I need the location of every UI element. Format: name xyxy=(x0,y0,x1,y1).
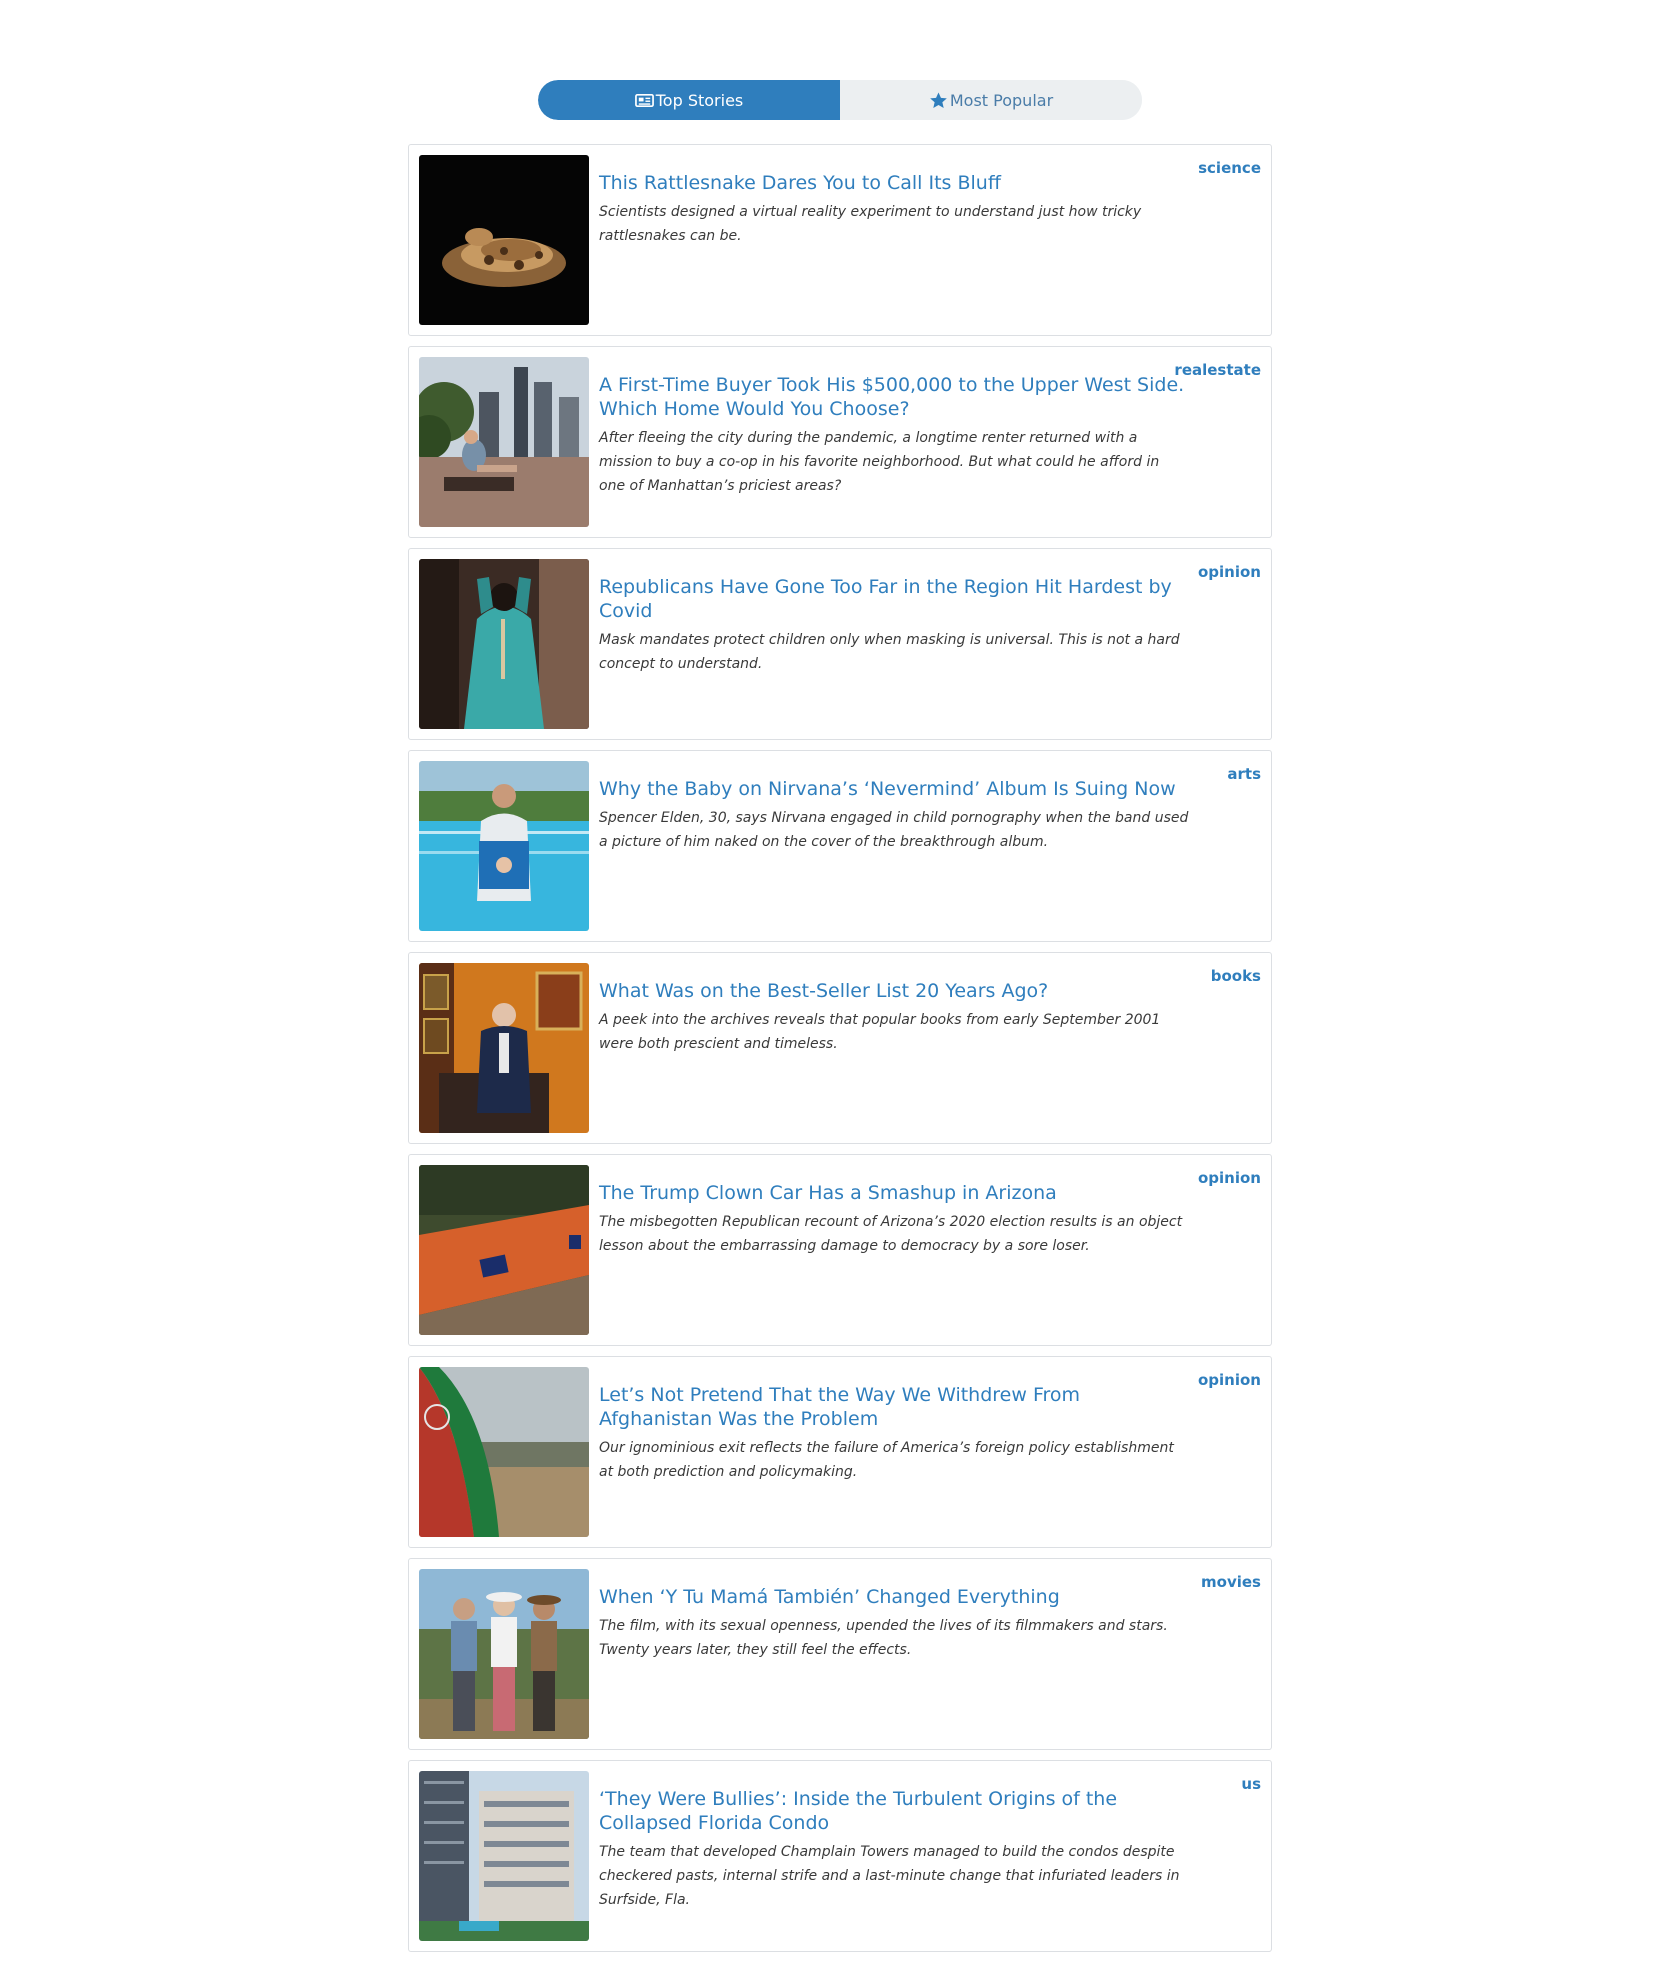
article-section[interactable]: arts xyxy=(1227,765,1261,783)
article-card[interactable]: This Rattlesnake Dares You to Call Its B… xyxy=(408,144,1272,336)
article-title[interactable]: ‘They Were Bullies’: Inside the Turbulen… xyxy=(599,1787,1189,1835)
article-card[interactable]: ‘They Were Bullies’: Inside the Turbulen… xyxy=(408,1760,1272,1952)
article-abstract: Scientists designed a virtual reality ex… xyxy=(599,204,1142,244)
article-abstract: Our ignominious exit reflects the failur… xyxy=(599,1440,1174,1480)
article-section[interactable]: movies xyxy=(1201,1573,1261,1591)
article-abstract: After fleeing the city during the pandem… xyxy=(599,430,1160,494)
article-thumbnail-afghanistan[interactable] xyxy=(419,1367,589,1537)
article-thumbnail-rattlesnake[interactable] xyxy=(419,155,589,325)
article-thumbnail-upper-west-side[interactable] xyxy=(419,357,589,527)
article-abstract: The team that developed Champlain Towers… xyxy=(599,1844,1180,1908)
article-title[interactable]: The Trump Clown Car Has a Smashup in Ari… xyxy=(599,1181,1189,1205)
article-section[interactable]: opinion xyxy=(1198,563,1261,581)
page: Top Stories Most Popular This Rattlesnak… xyxy=(0,0,1680,1962)
article-title[interactable]: This Rattlesnake Dares You to Call Its B… xyxy=(599,171,1189,195)
article-section[interactable]: realestate xyxy=(1174,361,1261,379)
article-thumbnail-florida-condo[interactable] xyxy=(419,1771,589,1941)
article-title[interactable]: Why the Baby on Nirvana’s ‘Nevermind’ Al… xyxy=(599,777,1189,801)
article-abstract: The misbegotten Republican recount of Ar… xyxy=(599,1214,1183,1254)
article-list: This Rattlesnake Dares You to Call Its B… xyxy=(408,144,1272,1962)
article-card[interactable]: Republicans Have Gone Too Far in the Reg… xyxy=(408,548,1272,740)
article-card[interactable]: What Was on the Best-Seller List 20 Year… xyxy=(408,952,1272,1144)
article-card[interactable]: When ‘Y Tu Mamá También’ Changed Everyth… xyxy=(408,1558,1272,1750)
article-title[interactable]: Let’s Not Pretend That the Way We Withdr… xyxy=(599,1383,1189,1431)
tab-most-popular[interactable]: Most Popular xyxy=(840,80,1142,120)
star-icon xyxy=(929,91,948,109)
article-title[interactable]: When ‘Y Tu Mamá También’ Changed Everyth… xyxy=(599,1585,1189,1609)
article-card[interactable]: Let’s Not Pretend That the Way We Withdr… xyxy=(408,1356,1272,1548)
article-section[interactable]: books xyxy=(1211,967,1261,985)
article-section[interactable]: science xyxy=(1198,159,1261,177)
article-abstract: The film, with its sexual openness, upen… xyxy=(599,1618,1168,1658)
article-title[interactable]: What Was on the Best-Seller List 20 Year… xyxy=(599,979,1189,1003)
story-tabs: Top Stories Most Popular xyxy=(538,80,1142,120)
article-thumbnail-nirvana[interactable] xyxy=(419,761,589,931)
article-card[interactable]: The Trump Clown Car Has a Smashup in Ari… xyxy=(408,1154,1272,1346)
article-thumbnail-mask-mandates[interactable] xyxy=(419,559,589,729)
tab-top-stories-label: Top Stories xyxy=(655,90,744,110)
article-abstract: Mask mandates protect children only when… xyxy=(599,632,1180,672)
article-section[interactable]: us xyxy=(1241,1775,1261,1793)
article-title[interactable]: A First-Time Buyer Took His $500,000 to … xyxy=(599,373,1189,421)
article-section[interactable]: opinion xyxy=(1198,1371,1261,1389)
article-thumbnail-arizona[interactable] xyxy=(419,1165,589,1335)
article-thumbnail-best-seller[interactable] xyxy=(419,963,589,1133)
article-card[interactable]: A First-Time Buyer Took His $500,000 to … xyxy=(408,346,1272,538)
newspaper-icon xyxy=(634,92,654,109)
article-thumbnail-y-tu-mama[interactable] xyxy=(419,1569,589,1739)
article-title[interactable]: Republicans Have Gone Too Far in the Reg… xyxy=(599,575,1189,623)
article-abstract: Spencer Elden, 30, says Nirvana engaged … xyxy=(599,810,1189,850)
article-card[interactable]: Why the Baby on Nirvana’s ‘Nevermind’ Al… xyxy=(408,750,1272,942)
article-section[interactable]: opinion xyxy=(1198,1169,1261,1187)
tab-top-stories[interactable]: Top Stories xyxy=(538,80,840,120)
article-abstract: A peek into the archives reveals that po… xyxy=(599,1012,1161,1052)
tab-most-popular-label: Most Popular xyxy=(949,90,1054,110)
